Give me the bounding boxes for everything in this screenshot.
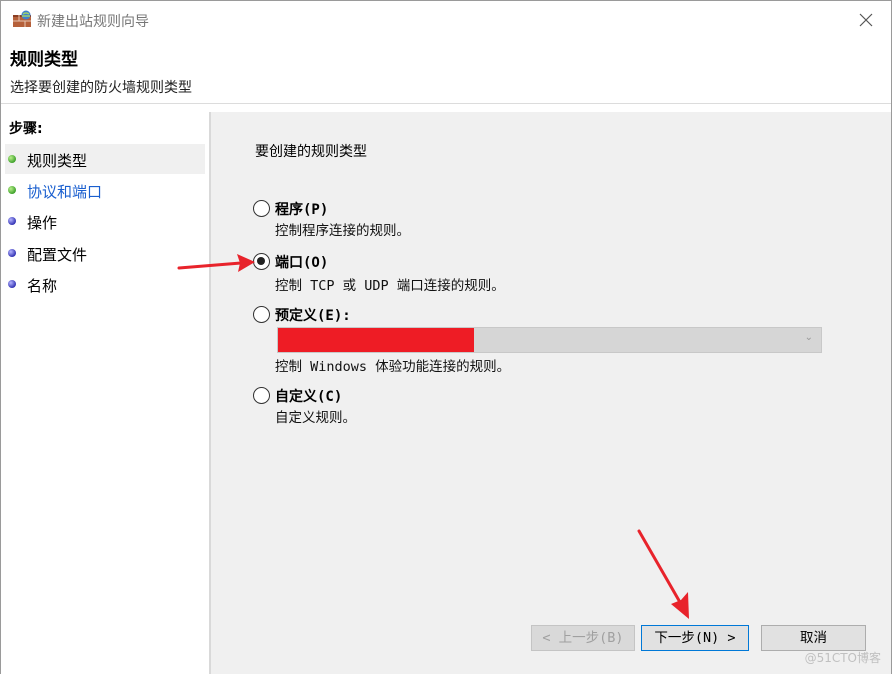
main-panel: 要创建的规则类型 程序(P) 控制程序连接的规则。 端口(O) 控制 TCP 或… [211, 112, 891, 674]
status-dot-icon [8, 249, 16, 257]
wizard-window: 新建出站规则向导 规则类型 选择要创建的防火墙规则类型 步骤: 规则类型 协议和… [0, 0, 892, 674]
step-name: 名称 [5, 269, 205, 299]
watermark: @51CTO博客 [804, 651, 881, 665]
steps-sidebar: 步骤: 规则类型 协议和端口 操作 配置文件 名称 [1, 112, 209, 674]
status-dot-icon [8, 155, 16, 163]
step-label: 协议和端口 [27, 183, 103, 201]
window-title: 新建出站规则向导 [37, 14, 149, 30]
step-profile: 配置文件 [5, 238, 205, 268]
step-protocol-ports[interactable]: 协议和端口 [5, 175, 205, 205]
step-action: 操作 [5, 206, 205, 236]
step-label: 名称 [27, 277, 58, 295]
back-button[interactable]: < 上一步(B) [531, 625, 635, 651]
predefined-select[interactable]: ⌄ [277, 327, 822, 353]
step-rule-type[interactable]: 规则类型 [5, 144, 205, 174]
option-custom-desc: 自定义规则。 [275, 410, 356, 426]
chevron-down-icon: ⌄ [804, 332, 813, 343]
status-dot-icon [8, 217, 16, 225]
radio-program[interactable] [253, 200, 270, 217]
step-label: 规则类型 [27, 152, 88, 170]
option-predefined-desc: 控制 Windows 体验功能连接的规则。 [275, 359, 511, 375]
annotation-arrow-icon [637, 529, 689, 619]
annotation-arrow-icon [177, 254, 255, 272]
option-port-title[interactable]: 端口(O) [275, 252, 328, 272]
radio-custom[interactable] [253, 387, 270, 404]
step-label: 配置文件 [27, 246, 88, 264]
title-bar: 新建出站规则向导 [1, 1, 891, 39]
rule-type-question: 要创建的规则类型 [255, 144, 367, 160]
option-custom-title[interactable]: 自定义(C) [275, 386, 342, 406]
option-program-desc: 控制程序连接的规则。 [275, 223, 410, 239]
radio-predefined[interactable] [253, 306, 270, 323]
option-program-title[interactable]: 程序(P) [275, 199, 328, 219]
steps-label: 步骤: [9, 121, 43, 137]
status-dot-icon [8, 280, 16, 288]
page-title: 规则类型 [10, 50, 78, 70]
option-port-desc: 控制 TCP 或 UDP 端口连接的规则。 [275, 278, 505, 294]
next-button[interactable]: 下一步(N) > [641, 625, 749, 651]
page-subtitle: 选择要创建的防火墙规则类型 [10, 80, 192, 96]
firewall-icon [13, 10, 31, 27]
option-predefined-title[interactable]: 预定义(E): [275, 305, 351, 325]
close-icon[interactable] [855, 9, 877, 31]
cancel-button[interactable]: 取消 [761, 625, 866, 651]
wizard-header: 规则类型 选择要创建的防火墙规则类型 [1, 39, 891, 104]
step-label: 操作 [27, 214, 58, 232]
redaction-bar [278, 328, 474, 352]
status-dot-icon [8, 186, 16, 194]
